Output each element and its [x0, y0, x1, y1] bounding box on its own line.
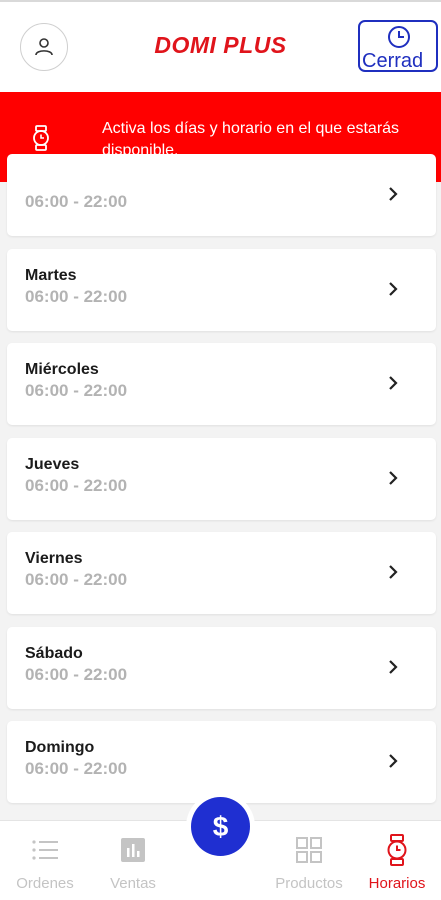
- nav-horarios-label: Horarios: [368, 875, 426, 892]
- schedule-day: Martes: [25, 267, 77, 284]
- schedule-hours: 06:00 - 22:00: [25, 570, 128, 589]
- schedule-item-sabado[interactable]: Sábado 06:00 - 22:00: [7, 627, 436, 709]
- schedule-day: Jueves: [25, 456, 80, 473]
- store-status-label: Cerrad: [362, 50, 424, 72]
- clock-icon: [388, 26, 410, 48]
- watch-icon: [33, 125, 49, 151]
- schedule-item-viernes[interactable]: Viernes 06:00 - 22:00: [7, 532, 436, 614]
- nav-horarios[interactable]: Horarios: [352, 834, 441, 892]
- chevron-right-icon: [389, 282, 398, 296]
- schedule-hours: 06:00 - 22:00: [25, 759, 128, 778]
- sales-fab-button[interactable]: $: [191, 797, 250, 856]
- schedule-item-jueves[interactable]: Jueves 06:00 - 22:00: [7, 438, 436, 520]
- watch-icon: [387, 834, 407, 866]
- dollar-icon: $: [212, 810, 229, 842]
- bar-chart-icon: [121, 838, 145, 862]
- schedule-day: Sábado: [25, 645, 83, 662]
- schedule-hours: 06:00 - 22:00: [25, 287, 128, 306]
- schedule-hours: 06:00 - 22:00: [25, 381, 128, 400]
- schedule-hours: 06:00 - 22:00: [25, 665, 128, 684]
- schedule-hours: 06:00 - 22:00: [25, 476, 128, 495]
- list-icon: [32, 840, 58, 860]
- chevron-right-icon: [389, 660, 398, 674]
- schedule-day: Domingo: [25, 739, 95, 756]
- schedule-item-partial[interactable]: 06:00 - 22:00: [7, 154, 436, 236]
- nav-ordenes-label: Ordenes: [16, 875, 74, 892]
- app-header: DOMI PLUS Cerrad: [0, 2, 441, 92]
- nav-ventas[interactable]: Ventas: [88, 835, 178, 892]
- nav-productos[interactable]: Productos: [264, 835, 354, 892]
- grid-icon: [296, 837, 322, 863]
- nav-ordenes[interactable]: Ordenes: [0, 835, 90, 892]
- nav-ventas-label: Ventas: [110, 875, 156, 892]
- chevron-right-icon: [389, 376, 398, 390]
- nav-productos-label: Productos: [275, 875, 343, 892]
- chevron-right-icon: [389, 471, 398, 485]
- schedule-day: Miércoles: [25, 361, 99, 378]
- chevron-right-icon: [389, 565, 398, 579]
- store-status-button[interactable]: Cerrad: [358, 20, 438, 72]
- schedule-item-miercoles[interactable]: Miércoles 06:00 - 22:00: [7, 343, 436, 425]
- schedule-day: Viernes: [25, 550, 83, 567]
- chevron-right-icon: [389, 754, 398, 768]
- schedule-hours: 06:00 - 22:00: [25, 192, 128, 211]
- schedule-item-domingo[interactable]: Domingo 06:00 - 22:00: [7, 721, 436, 803]
- schedule-item-martes[interactable]: Martes 06:00 - 22:00: [7, 249, 436, 331]
- chevron-right-icon: [389, 187, 398, 201]
